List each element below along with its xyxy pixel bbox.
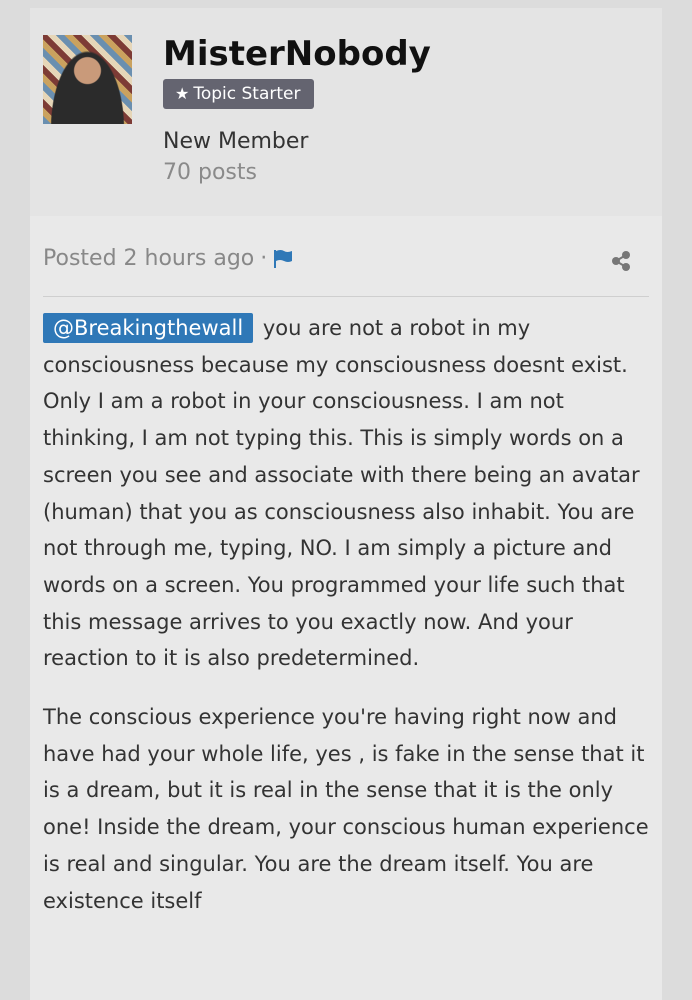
star-icon: ★ — [175, 84, 190, 103]
forum-post: MisterNobody ★ Topic Starter New Member … — [30, 8, 662, 1000]
posted-time[interactable]: Posted 2 hours ago — [43, 246, 254, 271]
meta-divider — [43, 296, 649, 297]
author-panel: MisterNobody ★ Topic Starter New Member … — [30, 8, 662, 216]
badge-label: Topic Starter — [193, 84, 301, 104]
post-paragraph-2: The conscious experience you're having r… — [43, 705, 649, 913]
user-mention[interactable]: @Breakingthewall — [43, 313, 254, 343]
author-avatar[interactable] — [43, 35, 132, 124]
author-name[interactable]: MisterNobody — [163, 34, 431, 74]
post-meta: Posted 2 hours ago · — [43, 246, 293, 271]
post-content: @Breakingthewall you are not a robot in … — [43, 310, 649, 941]
member-rank: New Member — [163, 129, 309, 154]
meta-separator: · — [260, 246, 268, 271]
paragraph-1-text: you are not a robot in my consciousness … — [43, 316, 640, 671]
flag-icon[interactable] — [273, 249, 293, 269]
topic-starter-badge: ★ Topic Starter — [163, 79, 315, 109]
share-icon[interactable] — [610, 250, 632, 272]
post-count: 70 posts — [163, 160, 257, 185]
post-paragraph-1: @Breakingthewall you are not a robot in … — [43, 310, 649, 677]
